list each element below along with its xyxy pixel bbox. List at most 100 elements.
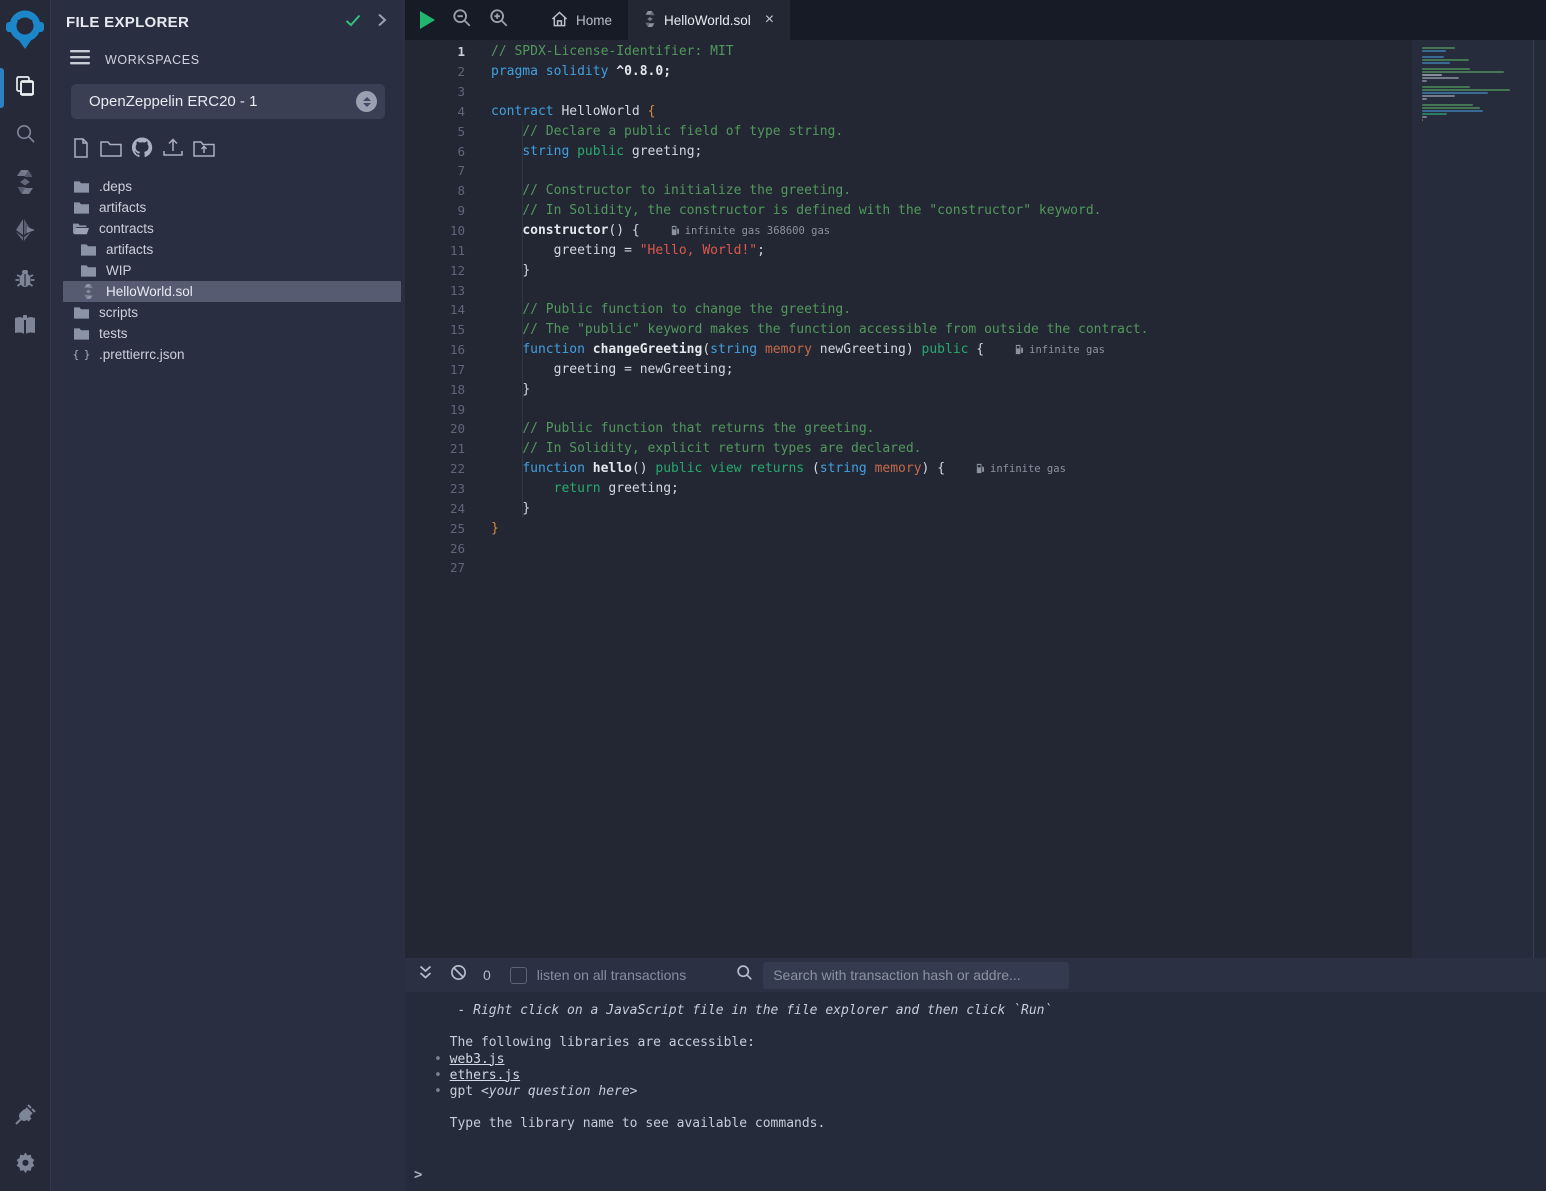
code-line[interactable]: 22 function hello() public view returns …	[405, 459, 1412, 479]
code-line[interactable]: 12 }	[405, 260, 1412, 280]
sidebar-item-debugger[interactable]	[0, 258, 50, 302]
gas-estimate: infinite gas	[975, 463, 1066, 475]
line-number: 27	[405, 560, 491, 575]
file-explorer-icon	[13, 74, 37, 103]
run-script-button[interactable]	[420, 11, 435, 29]
code-line[interactable]: 15 // The "public" keyword makes the fun…	[405, 320, 1412, 340]
code-line[interactable]: 27	[405, 558, 1412, 578]
line-number: 14	[405, 302, 491, 317]
code-line[interactable]: 14 // Public function to change the gree…	[405, 300, 1412, 320]
remix-ide-window: FILE EXPLORER WORKSPACES OpenZeppelin ER…	[0, 0, 1546, 1191]
expand-terminal-icon[interactable]	[418, 965, 433, 985]
terminal-toolbar: 0 listen on all transactions	[405, 958, 1546, 992]
tree-item-label: contracts	[99, 221, 154, 236]
sidebar-item-learn[interactable]	[0, 306, 50, 350]
code-line[interactable]: 9 // In Solidity, the constructor is def…	[405, 201, 1412, 221]
code-line[interactable]: 17 greeting = newGreeting;	[405, 360, 1412, 380]
hamburger-menu-icon[interactable]	[70, 50, 90, 70]
line-number: 13	[405, 283, 491, 298]
code-line[interactable]: 21 // In Solidity, explicit return types…	[405, 439, 1412, 459]
workspace-select[interactable]: OpenZeppelin ERC20 - 1	[71, 84, 385, 119]
code-line[interactable]: 18 }	[405, 379, 1412, 399]
library-link[interactable]: ethers.js	[450, 1068, 520, 1083]
tab-home[interactable]: Home	[535, 0, 628, 40]
code-line[interactable]: 2pragma solidity ^0.8.0;	[405, 62, 1412, 82]
upload-file-icon[interactable]	[161, 137, 185, 164]
braces-icon: { }	[73, 348, 89, 361]
code-line[interactable]: 8 // Constructor to initialize the greet…	[405, 181, 1412, 201]
line-number: 18	[405, 382, 491, 397]
tree-item--prettierrc-json[interactable]: { }.prettierrc.json	[51, 344, 405, 365]
folder-icon	[80, 264, 96, 277]
zoom-in-icon[interactable]	[489, 8, 509, 33]
github-clone-icon[interactable]	[130, 136, 154, 164]
sidebar-item-plugin-manager[interactable]	[0, 1095, 50, 1139]
line-number: 1	[405, 44, 491, 59]
line-number: 16	[405, 342, 491, 357]
code-line[interactable]: 10 constructor() {infinite gas 368600 ga…	[405, 221, 1412, 241]
close-tab-icon[interactable]: ×	[765, 12, 774, 28]
home-icon	[551, 11, 568, 30]
terminal-output[interactable]: interface - Right click on a JavaScript …	[405, 992, 1546, 1191]
code-line[interactable]: 5 // Declare a public field of type stri…	[405, 121, 1412, 141]
folder-icon	[73, 327, 89, 340]
tree-item-scripts[interactable]: scripts	[51, 302, 405, 323]
clear-console-icon[interactable]	[450, 964, 467, 986]
check-icon[interactable]	[345, 14, 361, 32]
line-number: 6	[405, 144, 491, 159]
code-line[interactable]: 4contract HelloWorld {	[405, 102, 1412, 122]
new-folder-icon[interactable]	[99, 137, 123, 164]
sidebar-item-solidity-compiler[interactable]	[0, 162, 50, 206]
code-line[interactable]: 26	[405, 538, 1412, 558]
code-line[interactable]: 6 string public greeting;	[405, 141, 1412, 161]
tree-item-helloworld-sol[interactable]: HelloWorld.sol	[63, 281, 401, 302]
code-line[interactable]: 24 }	[405, 498, 1412, 518]
code-line[interactable]: 7	[405, 161, 1412, 181]
sidebar-item-file-explorer[interactable]	[0, 66, 50, 110]
sidebar-item-search[interactable]	[0, 114, 50, 158]
code-line[interactable]: 3	[405, 82, 1412, 102]
line-number: 9	[405, 203, 491, 218]
file-actions	[51, 119, 405, 170]
tree-item--deps[interactable]: .deps	[51, 176, 405, 197]
tree-item-wip[interactable]: WIP	[51, 260, 405, 281]
code-line[interactable]: 1// SPDX-License-Identifier: MIT	[405, 42, 1412, 62]
editor-scrollbar[interactable]	[1533, 40, 1546, 958]
listen-transactions-checkbox[interactable]	[510, 967, 527, 984]
indent-guide	[522, 121, 523, 518]
upload-folder-icon[interactable]	[192, 137, 216, 164]
minimap[interactable]	[1412, 40, 1546, 958]
tab-label: HelloWorld.sol	[664, 13, 751, 28]
code-line[interactable]: 19	[405, 399, 1412, 419]
code-line[interactable]: 20 // Public function that returns the g…	[405, 419, 1412, 439]
tree-item-label: HelloWorld.sol	[106, 284, 193, 299]
terminal-prompt[interactable]: >	[414, 1167, 422, 1183]
chevron-right-icon[interactable]	[377, 13, 387, 32]
tree-item-artifacts[interactable]: artifacts	[51, 197, 405, 218]
tree-item-artifacts[interactable]: artifacts	[51, 239, 405, 260]
terminal-line: - Right click on a JavaScript file in th…	[434, 1003, 1546, 1019]
tab-helloworld-sol[interactable]: HelloWorld.sol ×	[628, 0, 790, 40]
folder-icon	[73, 180, 89, 193]
code-editor[interactable]: 1// SPDX-License-Identifier: MIT2pragma …	[405, 40, 1546, 958]
terminal-search-input[interactable]	[763, 962, 1069, 989]
zoom-out-icon[interactable]	[452, 8, 472, 33]
terminal-line: • gpt <your question here>	[434, 1084, 1546, 1100]
sidebar-item-deploy-run[interactable]	[0, 210, 50, 254]
tree-item-contracts[interactable]: contracts	[51, 218, 405, 239]
code-line[interactable]: 11 greeting = "Hello, World!";	[405, 240, 1412, 260]
sidebar-item-settings[interactable]	[0, 1143, 50, 1187]
library-link[interactable]: web3.js	[450, 1052, 505, 1067]
code-line[interactable]: 13	[405, 280, 1412, 300]
terminal-search-icon	[736, 964, 753, 986]
folder-icon	[73, 306, 89, 319]
folder-icon	[73, 201, 89, 214]
tree-item-tests[interactable]: tests	[51, 323, 405, 344]
code-line[interactable]: 16 function changeGreeting(string memory…	[405, 340, 1412, 360]
line-number: 26	[405, 541, 491, 556]
remix-logo-icon[interactable]	[5, 8, 45, 52]
new-file-icon[interactable]	[70, 137, 92, 164]
code-line[interactable]: 23 return greeting;	[405, 479, 1412, 499]
code-line[interactable]: 25}	[405, 518, 1412, 538]
line-number: 15	[405, 322, 491, 337]
